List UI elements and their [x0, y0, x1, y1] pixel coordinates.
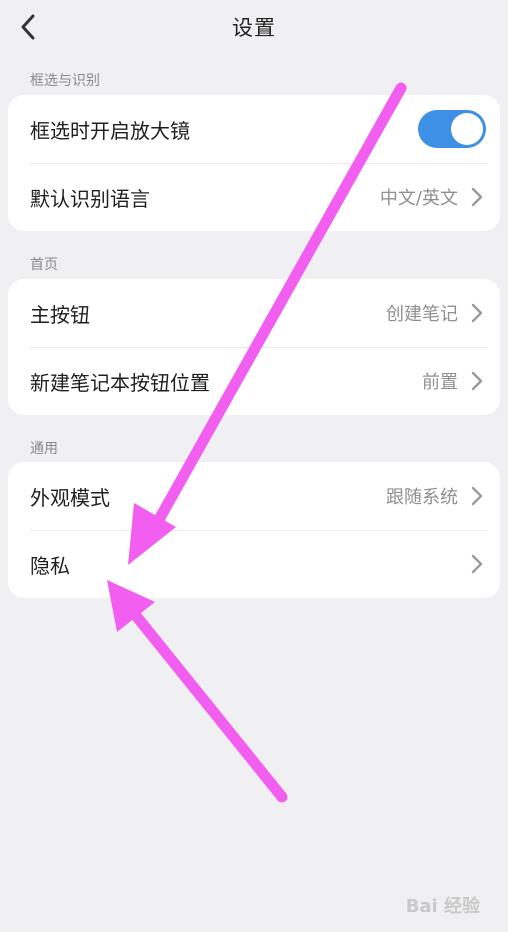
row-appearance[interactable]: 外观模式 跟随系统	[8, 462, 500, 530]
chevron-right-icon	[470, 553, 484, 575]
chevron-right-icon	[470, 302, 484, 324]
card-home: 主按钮 创建笔记 新建笔记本按钮位置 前置	[8, 279, 500, 415]
row-value-main-button: 创建笔记	[386, 304, 458, 325]
page-title: 设置	[232, 16, 276, 40]
row-default-language[interactable]: 默认识别语言 中文/英文	[8, 163, 500, 231]
row-label-notebook-button-position: 新建笔记本按钮位置	[30, 370, 210, 395]
section-label-general: 通用	[30, 441, 58, 457]
card-general: 外观模式 跟随系统 隐私	[8, 462, 500, 598]
annotation-arrow-lower	[107, 580, 288, 803]
magnifier-toggle[interactable]	[418, 110, 486, 148]
header-bar: 设置	[0, 0, 508, 56]
section-label-home: 首页	[30, 257, 58, 273]
section-label-recognition: 框选与识别	[30, 73, 100, 89]
row-privacy[interactable]: 隐私	[8, 530, 500, 598]
row-value-notebook-button-position: 前置	[422, 372, 458, 393]
chevron-right-icon	[470, 370, 484, 392]
toggle-knob	[451, 113, 483, 145]
card-recognition: 框选时开启放大镜 默认识别语言 中文/英文	[8, 95, 500, 231]
row-label-default-language: 默认识别语言	[30, 186, 150, 211]
row-value-default-language: 中文/英文	[379, 188, 458, 209]
row-notebook-button-position[interactable]: 新建笔记本按钮位置 前置	[8, 347, 500, 415]
row-label-privacy: 隐私	[30, 553, 70, 578]
row-magnifier[interactable]: 框选时开启放大镜	[8, 95, 500, 163]
row-label-main-button: 主按钮	[30, 302, 90, 327]
chevron-right-icon	[470, 485, 484, 507]
row-label-magnifier: 框选时开启放大镜	[30, 118, 190, 143]
row-value-appearance: 跟随系统	[386, 487, 458, 508]
chevron-right-icon	[470, 186, 484, 208]
row-main-button[interactable]: 主按钮 创建笔记	[8, 279, 500, 347]
row-label-appearance: 外观模式	[30, 485, 110, 510]
watermark-logo: Bai 经验	[405, 896, 480, 917]
